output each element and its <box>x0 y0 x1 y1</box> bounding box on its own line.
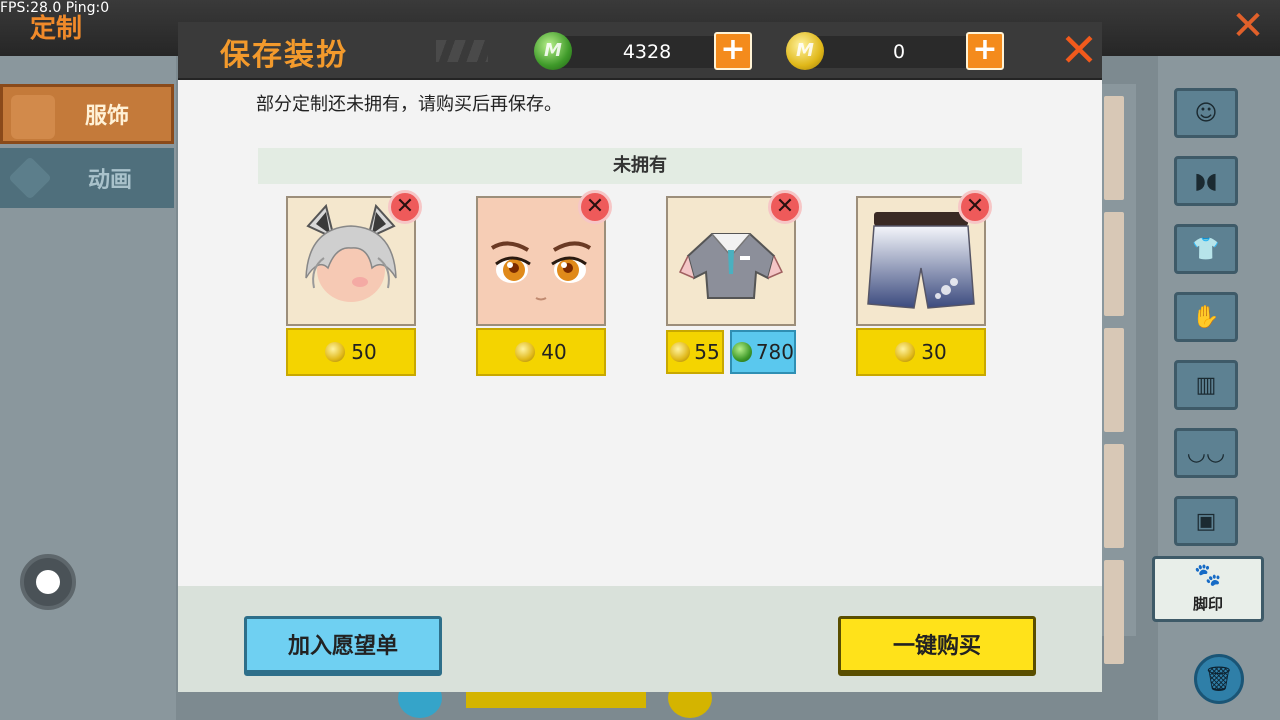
shirt-icon <box>11 95 55 139</box>
buy-with-gems-button[interactable]: 780 <box>730 330 796 374</box>
gem-currency: M 4328 + <box>534 32 754 70</box>
backpack-category-icon[interactable]: ▣ <box>1174 496 1238 546</box>
dialog-body: 部分定制还未拥有，请购买后再保存。 未拥有 ✕ 50 ✕ 40 ✕ 55 780… <box>178 80 1102 586</box>
gem-price: 780 <box>755 340 794 364</box>
trash-icon[interactable]: 🗑 <box>1194 654 1244 704</box>
gem-icon <box>732 342 752 362</box>
dialog-title: 保存装扮 <box>220 38 348 73</box>
coin-icon <box>670 342 691 362</box>
coin-currency: M 0 + <box>786 32 1006 70</box>
gem-icon: M <box>534 32 572 70</box>
save-outfit-dialog: 保存装扮 M 4328 + M 0 + ✕ 部分定制还未拥有，请购买后再保存。 … <box>178 22 1102 692</box>
strip-item[interactable] <box>1104 212 1124 316</box>
diamond-icon <box>8 156 52 200</box>
coin-price: 30 <box>921 340 947 364</box>
fps-readout: FPS:28.0 Ping:0 <box>0 0 110 16</box>
close-icon[interactable]: ✕ <box>1056 27 1102 74</box>
dialog-header: 保存装扮 M 4328 + M 0 + ✕ <box>178 22 1102 80</box>
coin-icon: M <box>786 32 824 70</box>
strip-item[interactable] <box>1104 560 1124 664</box>
add-gems-button[interactable]: + <box>714 32 752 70</box>
coin-icon <box>325 342 346 362</box>
remove-item-button[interactable]: ✕ <box>768 190 802 224</box>
remove-item-button[interactable]: ✕ <box>388 190 422 224</box>
tab-clothing[interactable]: 服饰 <box>0 84 174 144</box>
add-to-wishlist-button[interactable]: 加入愿望单 <box>244 616 442 676</box>
item-card[interactable]: ✕ 50 <box>286 190 422 376</box>
remove-item-button[interactable]: ✕ <box>958 190 992 224</box>
item-strip <box>1102 84 1136 664</box>
face-category-icon[interactable]: ☺ <box>1174 88 1238 138</box>
item-card[interactable]: ✕ 55 780 <box>666 190 802 376</box>
tab-clothing-label: 服饰 <box>84 104 129 129</box>
background-close-icon[interactable]: ✕ <box>1224 2 1272 50</box>
coin-icon <box>895 342 916 362</box>
footprint-category[interactable]: 🐾 脚印 <box>1152 556 1264 622</box>
coin-price: 50 <box>351 340 377 364</box>
strip-item[interactable] <box>1104 96 1124 200</box>
strip-item[interactable] <box>1104 328 1124 432</box>
strip-item[interactable] <box>1104 444 1124 548</box>
buy-price-options: 55 780 <box>666 328 796 376</box>
footprint-label: 脚印 <box>1192 595 1223 613</box>
buy-with-coins-button[interactable]: 55 <box>666 330 724 374</box>
buy-all-button[interactable]: 一键购买 <box>838 616 1036 676</box>
buy-price-button[interactable]: 30 <box>856 328 986 376</box>
coin-price: 55 <box>694 340 720 364</box>
item-card[interactable]: ✕ 30 <box>856 190 992 376</box>
pants-category-icon[interactable]: ▥ <box>1174 360 1238 410</box>
shirt-category-icon[interactable]: 👕 <box>1174 224 1238 274</box>
notice-text: 部分定制还未拥有，请购买后再保存。 <box>256 94 562 115</box>
gem-balance: 4328 <box>622 41 672 63</box>
coin-balance: 0 <box>892 41 906 63</box>
coin-price: 40 <box>541 340 567 364</box>
tab-animation-label: 动画 <box>87 168 132 193</box>
item-card[interactable]: ✕ 40 <box>476 190 612 376</box>
coin-icon <box>515 342 536 362</box>
gloves-category-icon[interactable]: ✋ <box>1174 292 1238 342</box>
remove-item-button[interactable]: ✕ <box>578 190 612 224</box>
buy-price-button[interactable]: 40 <box>476 328 606 376</box>
tab-animation[interactable]: 动画 <box>0 148 174 208</box>
add-coins-button[interactable]: + <box>966 32 1004 70</box>
decor-stripes <box>436 40 488 62</box>
paw-icon: 🐾 <box>1194 563 1222 588</box>
joystick[interactable] <box>20 554 76 610</box>
dialog-footer: 加入愿望单 一键购买 <box>178 586 1102 692</box>
buy-price-button[interactable]: 50 <box>286 328 416 376</box>
section-header: 未拥有 <box>258 148 1022 184</box>
mask-category-icon[interactable]: ◗◖ <box>1174 156 1238 206</box>
shoes-category-icon[interactable]: ◡◡ <box>1174 428 1238 478</box>
